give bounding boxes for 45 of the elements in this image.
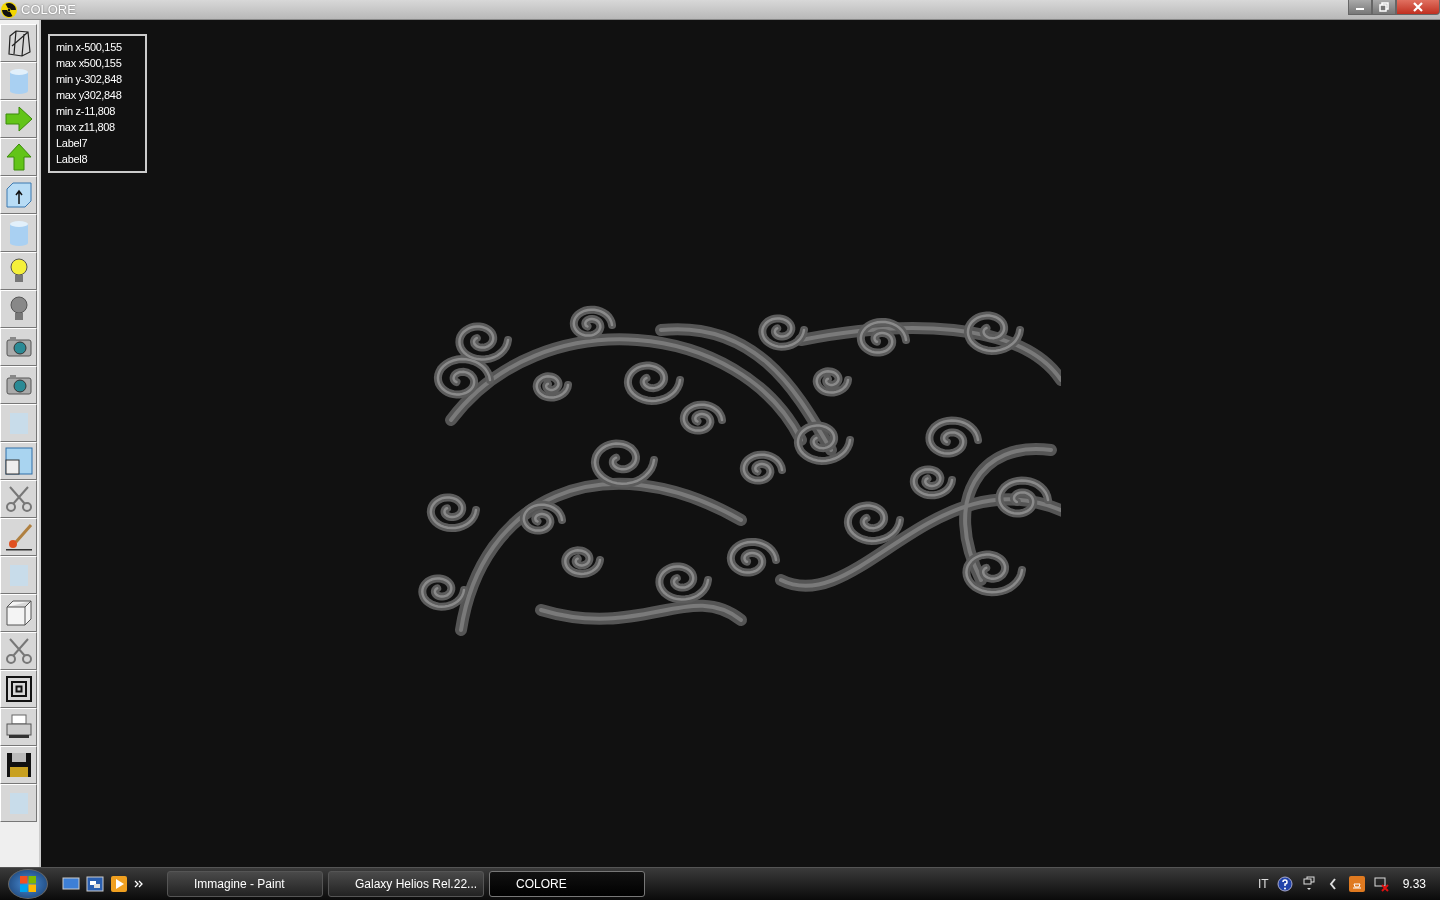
language-indicator[interactable]: IT — [1257, 877, 1269, 891]
arrow-right-icon — [3, 104, 34, 134]
info-label: max x500,155 — [56, 56, 123, 71]
windows-stack-icon[interactable] — [1300, 876, 1317, 892]
scissors-icon — [3, 636, 34, 666]
brush-icon — [3, 522, 34, 552]
toolbar-button[interactable] — [0, 24, 37, 62]
toolbar-button[interactable] — [0, 670, 37, 708]
media-player-icon[interactable] — [110, 875, 128, 893]
restore-button[interactable] — [1372, 0, 1396, 15]
box-arrow-icon — [3, 180, 34, 210]
toolbar-button[interactable] — [0, 366, 37, 404]
toolbar-button[interactable] — [0, 746, 37, 784]
arrow-up-icon — [3, 142, 34, 172]
chevron-icon[interactable] — [134, 879, 144, 889]
radiation-icon — [1, 1, 17, 18]
minimize-button[interactable] — [1348, 0, 1372, 15]
scissors-icon — [3, 484, 34, 514]
info-label: max z11,808 — [56, 120, 116, 135]
close-icon — [1413, 2, 1423, 12]
window-title: COLORE — [21, 2, 76, 17]
info-label: min z-11,808 — [56, 104, 117, 119]
info-label: min x-500,155 — [56, 40, 123, 55]
toolbar-button[interactable] — [0, 708, 37, 746]
network-disconnected-icon[interactable] — [1372, 876, 1389, 892]
restore-icon — [1379, 2, 1389, 12]
desktop-icon[interactable] — [62, 875, 80, 893]
windows-logo-icon — [18, 874, 38, 894]
cube-icon — [3, 598, 34, 628]
nested-squares-icon — [3, 674, 34, 704]
clock[interactable]: 9.33 — [1402, 877, 1426, 891]
start-button[interactable] — [8, 869, 48, 899]
switch-windows-icon[interactable] — [86, 875, 104, 893]
taskbar-window-button[interactable]: Immagine - Paint — [167, 871, 323, 897]
taskbar-window-button[interactable]: Galaxy Helios Rel.22... — [328, 871, 484, 897]
info-label: max y302,848 — [56, 88, 123, 103]
info-label: Label8 — [56, 152, 89, 167]
toolbar-button[interactable] — [0, 176, 37, 214]
info-label: min y-302,848 — [56, 72, 123, 87]
close-button[interactable] — [1396, 0, 1440, 15]
info-label: Label7 — [56, 136, 89, 151]
taskbar-window-button[interactable]: COLORE — [489, 871, 645, 897]
help-icon[interactable] — [1276, 876, 1293, 892]
windows-overlap-icon — [3, 446, 34, 476]
toolbar-button[interactable] — [0, 328, 37, 366]
